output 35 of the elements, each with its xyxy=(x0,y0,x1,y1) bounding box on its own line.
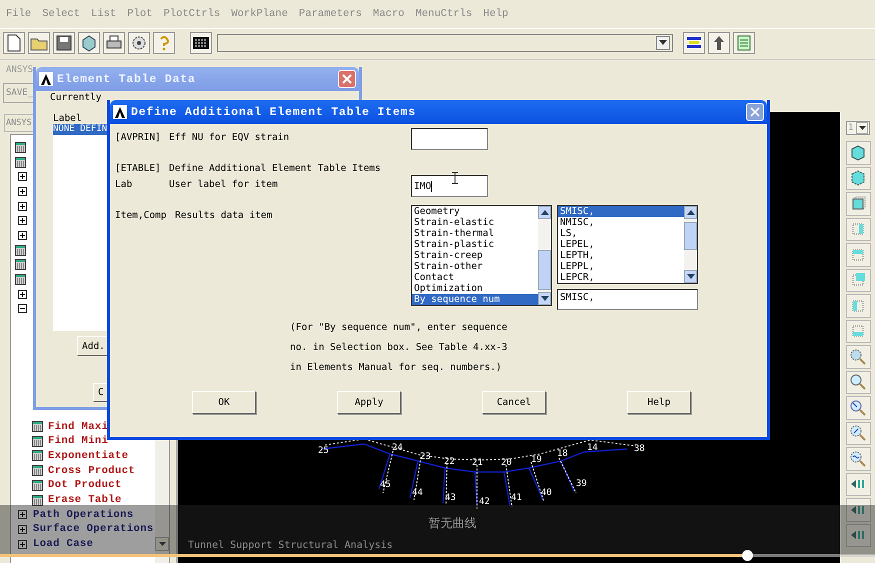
node-label: 19 xyxy=(531,455,542,465)
field-label: Define Additional Element Table Items xyxy=(169,163,381,176)
node-label: 44 xyxy=(412,488,423,498)
dialog-title: Element Table Data xyxy=(57,72,197,86)
overlay-message: 暂无曲线 xyxy=(428,515,476,532)
node-label: 24 xyxy=(392,443,403,453)
node-label: 25 xyxy=(318,446,329,456)
node-label: 14 xyxy=(587,443,598,453)
node-label: 38 xyxy=(634,444,645,454)
node-label: 21 xyxy=(472,458,483,468)
note-text: in Elements Manual for seq. numbers.) xyxy=(290,362,503,374)
section-heading: Currently xyxy=(50,92,102,103)
field-tag: [ETABLE] xyxy=(115,163,169,179)
field-label: Results data item xyxy=(174,210,274,223)
field-tag: Item,Comp xyxy=(115,210,175,320)
node-label: 43 xyxy=(445,493,456,503)
node-label: 39 xyxy=(576,479,587,489)
node-label: 40 xyxy=(541,488,552,498)
note-text: no. in Selection box. See Table 4.xx-3 xyxy=(290,342,508,354)
node-label: 20 xyxy=(501,458,512,468)
field-label: User label for item xyxy=(169,179,279,192)
dialog-title: Define Additional Element Table Items xyxy=(131,106,417,118)
plot-title: Tunnel Support Structural Analysis xyxy=(188,540,393,551)
node-label: 41 xyxy=(511,493,522,503)
field-label: Eff NU for EQV strain xyxy=(169,132,290,145)
node-label: 23 xyxy=(420,452,431,462)
toolbar-title: ANSYS xyxy=(6,65,34,75)
node-label: 45 xyxy=(380,480,391,490)
note-text: (For "By sequence num", enter sequence xyxy=(290,322,508,334)
field-tag: Lab xyxy=(115,179,169,210)
node-label: 22 xyxy=(444,457,455,467)
node-label: 18 xyxy=(557,449,568,459)
node-label: 42 xyxy=(479,497,490,507)
window-number: 1 xyxy=(848,123,854,133)
field-tag: [AVPRIN] xyxy=(115,132,169,163)
